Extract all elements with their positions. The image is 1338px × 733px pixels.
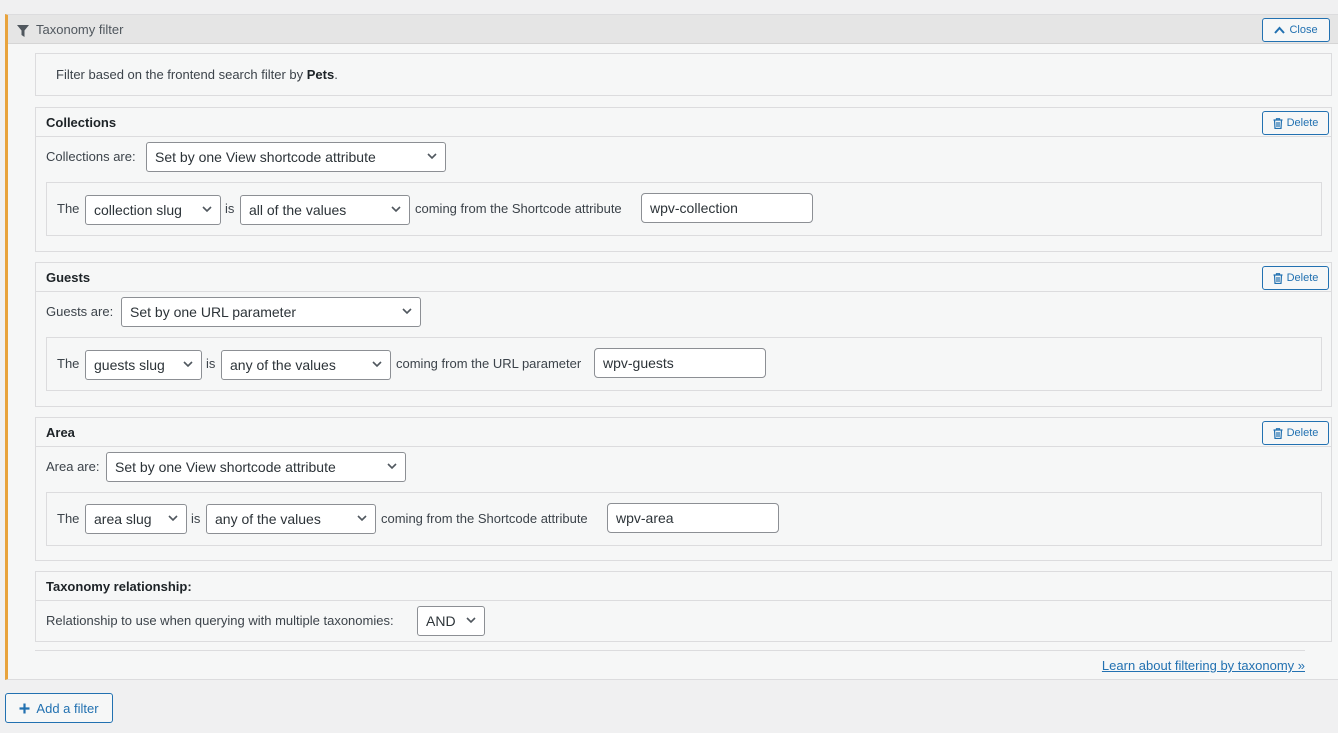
is-label: is xyxy=(206,356,216,371)
delete-button[interactable]: Delete xyxy=(1262,421,1329,445)
delete-button[interactable]: Delete xyxy=(1262,111,1329,135)
coming-from-label: coming from the Shortcode attribute xyxy=(415,201,622,216)
delete-label: Delete xyxy=(1286,117,1319,129)
coming-from-label: coming from the URL parameter xyxy=(396,356,582,371)
close-label: Close xyxy=(1289,24,1318,36)
chevron-down-icon xyxy=(372,361,382,368)
section-title: Collections xyxy=(46,115,117,130)
trash-icon xyxy=(1273,272,1283,284)
chevron-down-icon xyxy=(357,515,367,522)
are-label: Area are: xyxy=(46,459,100,474)
values-select[interactable]: any of the values xyxy=(206,504,376,534)
condition-row: The collection slug is all of the values… xyxy=(46,182,1322,236)
description-suffix: . xyxy=(334,67,338,82)
chevron-down-icon xyxy=(466,617,476,624)
trash-icon xyxy=(1273,427,1283,439)
chevron-down-icon xyxy=(202,206,212,213)
chevron-down-icon xyxy=(387,463,397,470)
section-title: Guests xyxy=(46,270,91,285)
panel-header: Taxonomy filter Close xyxy=(8,15,1338,44)
the-label: The xyxy=(57,511,80,526)
panel-title: Taxonomy filter xyxy=(36,22,124,37)
chevron-up-icon xyxy=(1274,26,1286,34)
chevron-down-icon xyxy=(391,206,401,213)
add-filter-button[interactable]: Add a filter xyxy=(5,693,113,723)
section-header: Taxonomy relationship: xyxy=(36,572,1331,601)
plus-icon xyxy=(19,703,30,713)
the-label: The xyxy=(57,201,80,216)
chevron-down-icon xyxy=(402,308,412,315)
section-title: Area xyxy=(46,425,75,440)
close-button[interactable]: Close xyxy=(1262,18,1330,42)
mode-value: Set by one URL parameter xyxy=(130,304,297,320)
attribute-value: wpv-area xyxy=(616,510,674,526)
mode-value: Set by one View shortcode attribute xyxy=(115,459,336,475)
section-guests: Guests Delete Guests are: Set by one URL… xyxy=(35,262,1332,407)
slug-select[interactable]: area slug xyxy=(85,504,187,534)
mode-select[interactable]: Set by one View shortcode attribute xyxy=(146,142,446,172)
delete-label: Delete xyxy=(1286,272,1319,284)
learn-filtering-link[interactable]: Learn about filtering by taxonomy » xyxy=(1102,658,1305,673)
add-filter-label: Add a filter xyxy=(36,700,99,716)
section-area: Area Delete Area are: Set by one View sh… xyxy=(35,417,1332,561)
attribute-input[interactable]: wpv-collection xyxy=(641,193,813,223)
values-value: any of the values xyxy=(215,511,321,527)
relationship-label: Relationship to use when querying with m… xyxy=(46,613,394,628)
chevron-down-icon xyxy=(183,361,193,368)
section-relationship: Taxonomy relationship: Relationship to u… xyxy=(35,571,1332,642)
is-label: is xyxy=(191,511,201,526)
section-header: Area Delete xyxy=(36,418,1331,447)
description-box: Filter based on the frontend search filt… xyxy=(35,53,1332,96)
are-label: Guests are: xyxy=(46,304,114,319)
divider xyxy=(35,650,1305,651)
delete-label: Delete xyxy=(1286,427,1319,439)
attribute-value: wpv-guests xyxy=(603,355,674,371)
mode-select[interactable]: Set by one URL parameter xyxy=(121,297,421,327)
attribute-value: wpv-collection xyxy=(650,200,738,216)
coming-from-label: coming from the Shortcode attribute xyxy=(381,511,588,526)
delete-button[interactable]: Delete xyxy=(1262,266,1329,290)
condition-row: The guests slug is any of the values com… xyxy=(46,337,1322,391)
condition-row: The area slug is any of the values comin… xyxy=(46,492,1322,546)
values-value: any of the values xyxy=(230,357,336,373)
relationship-value: AND xyxy=(426,613,456,629)
description-taxonomy: Pets xyxy=(306,67,335,82)
slug-select[interactable]: collection slug xyxy=(85,195,221,225)
section-header: Collections Delete xyxy=(36,108,1331,137)
are-label: Collections are: xyxy=(46,149,136,164)
section-collections: Collections Delete Collections are: Set … xyxy=(35,107,1332,252)
relationship-select[interactable]: AND xyxy=(417,606,485,636)
chevron-down-icon xyxy=(427,153,437,160)
values-value: all of the values xyxy=(249,202,347,218)
values-select[interactable]: any of the values xyxy=(221,350,391,380)
filter-icon xyxy=(17,25,29,37)
trash-icon xyxy=(1273,117,1283,129)
slug-value: guests slug xyxy=(94,357,165,373)
is-label: is xyxy=(225,201,235,216)
attribute-input[interactable]: wpv-guests xyxy=(594,348,766,378)
slug-value: area slug xyxy=(94,511,152,527)
the-label: The xyxy=(57,356,80,371)
mode-value: Set by one View shortcode attribute xyxy=(155,149,376,165)
mode-select[interactable]: Set by one View shortcode attribute xyxy=(106,452,406,482)
slug-value: collection slug xyxy=(94,202,182,218)
section-header: Guests Delete xyxy=(36,263,1331,292)
values-select[interactable]: all of the values xyxy=(240,195,410,225)
taxonomy-filter-panel: Taxonomy filter Close Filter based on th… xyxy=(5,14,1338,680)
chevron-down-icon xyxy=(168,515,178,522)
attribute-input[interactable]: wpv-area xyxy=(607,503,779,533)
slug-select[interactable]: guests slug xyxy=(85,350,202,380)
description-text: Filter based on the frontend search filt… xyxy=(56,67,338,82)
section-title: Taxonomy relationship: xyxy=(46,579,192,594)
description-prefix: Filter based on the frontend search filt… xyxy=(56,67,307,82)
